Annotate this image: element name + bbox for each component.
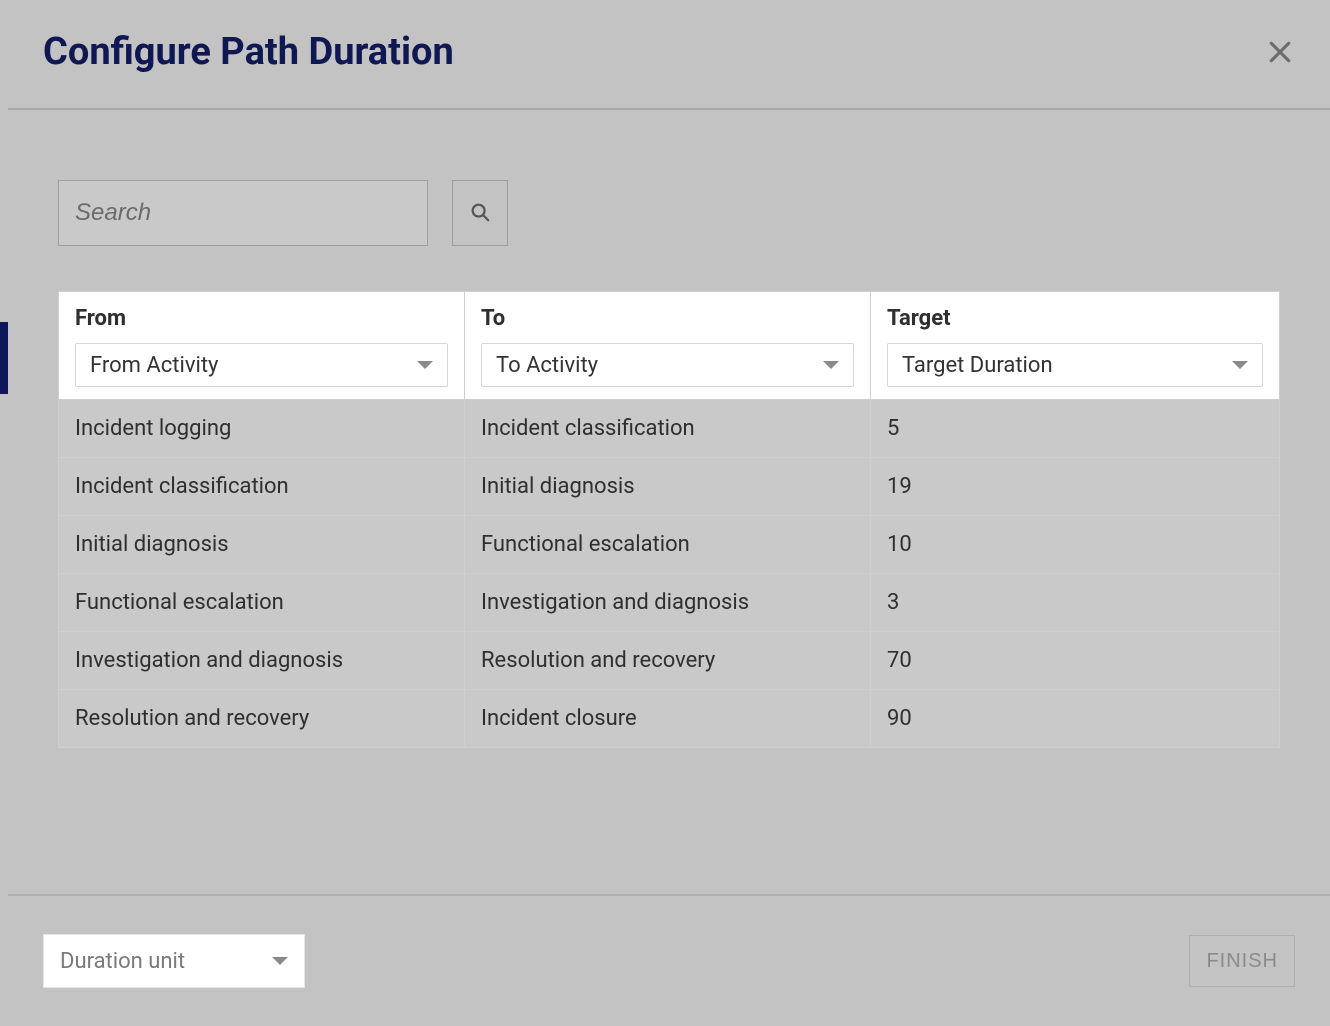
to-activity-dropdown-label: To Activity: [496, 353, 598, 378]
col-header-to-label: To: [481, 306, 505, 331]
col-header-from-label: From: [75, 306, 126, 331]
table-row[interactable]: Incident loggingIncident classification5: [59, 400, 1280, 458]
cell-target: 19: [871, 458, 1280, 516]
cell-target: 5: [871, 400, 1280, 458]
search-input[interactable]: [58, 180, 428, 246]
chevron-down-icon: [272, 957, 288, 965]
col-header-from: From From Activity: [59, 292, 465, 400]
chevron-down-icon: [1232, 361, 1248, 369]
cell-to: Incident classification: [465, 400, 871, 458]
cell-from: Incident classification: [59, 458, 465, 516]
table-row[interactable]: Functional escalationInvestigation and d…: [59, 574, 1280, 632]
cell-to: Initial diagnosis: [465, 458, 871, 516]
search-button[interactable]: [452, 180, 508, 246]
col-header-target-label: Target: [887, 306, 951, 331]
dialog-header: Configure Path Duration: [8, 0, 1330, 108]
cell-from: Initial diagnosis: [59, 516, 465, 574]
duration-unit-label: Duration unit: [60, 949, 185, 974]
chevron-down-icon: [823, 361, 839, 369]
cell-to: Functional escalation: [465, 516, 871, 574]
table-row[interactable]: Incident classificationInitial diagnosis…: [59, 458, 1280, 516]
target-duration-dropdown-label: Target Duration: [902, 353, 1053, 378]
cell-to: Resolution and recovery: [465, 632, 871, 690]
finish-button[interactable]: FINISH: [1189, 935, 1295, 987]
search-icon: [469, 201, 491, 226]
to-activity-dropdown[interactable]: To Activity: [481, 343, 854, 387]
from-activity-dropdown-label: From Activity: [90, 353, 218, 378]
dialog-footer: Duration unit FINISH: [8, 896, 1330, 1026]
table-row[interactable]: Investigation and diagnosisResolution an…: [59, 632, 1280, 690]
cell-from: Incident logging: [59, 400, 465, 458]
configure-path-duration-dialog: Configure Path Duration: [8, 0, 1330, 1026]
col-header-target: Target Target Duration: [871, 292, 1280, 400]
cell-target: 90: [871, 690, 1280, 748]
search-row: [58, 180, 1280, 246]
cell-target: 70: [871, 632, 1280, 690]
chevron-down-icon: [417, 361, 433, 369]
cell-target: 10: [871, 516, 1280, 574]
cell-from: Functional escalation: [59, 574, 465, 632]
table-row[interactable]: Initial diagnosisFunctional escalation10: [59, 516, 1280, 574]
dialog-body: From From Activity To To Activity: [8, 110, 1330, 894]
cell-from: Investigation and diagnosis: [59, 632, 465, 690]
dialog-title: Configure Path Duration: [43, 30, 454, 74]
table-row[interactable]: Resolution and recoveryIncident closure9…: [59, 690, 1280, 748]
cell-target: 3: [871, 574, 1280, 632]
cell-to: Investigation and diagnosis: [465, 574, 871, 632]
path-duration-table: From From Activity To To Activity: [58, 291, 1280, 748]
cell-from: Resolution and recovery: [59, 690, 465, 748]
cell-to: Incident closure: [465, 690, 871, 748]
from-activity-dropdown[interactable]: From Activity: [75, 343, 448, 387]
duration-unit-dropdown[interactable]: Duration unit: [43, 934, 305, 988]
table-header-row: From From Activity To To Activity: [59, 292, 1280, 400]
close-icon[interactable]: [1265, 37, 1295, 67]
col-header-to: To To Activity: [465, 292, 871, 400]
target-duration-dropdown[interactable]: Target Duration: [887, 343, 1263, 387]
